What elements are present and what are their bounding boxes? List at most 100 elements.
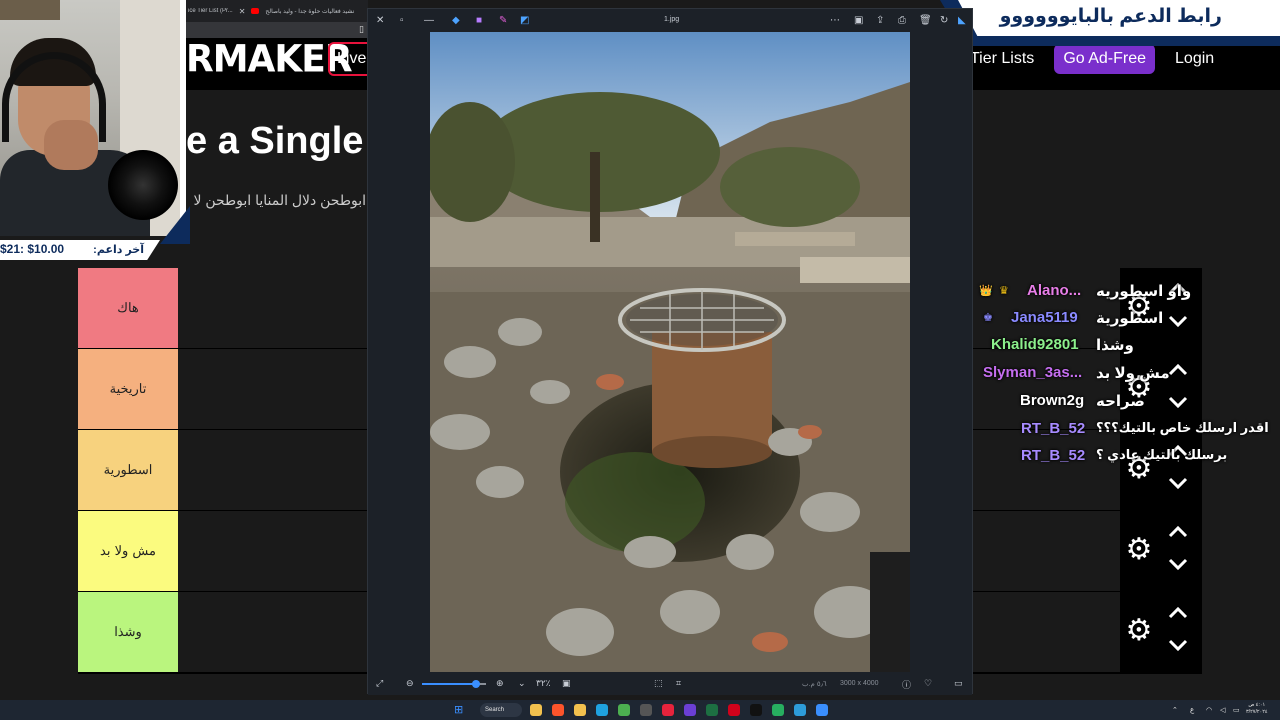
zoom-in-icon[interactable]: ⊕ [496, 678, 504, 689]
chat-text: برسلك بالتيك عادي ؟ [1096, 447, 1228, 462]
opera-icon[interactable] [662, 704, 674, 716]
delete-icon[interactable]: 🗑 [919, 14, 932, 28]
draw-icon[interactable]: ✎ [499, 14, 507, 28]
tier-settings: ⚙ [1120, 511, 1202, 592]
erase-icon[interactable]: ◩ [520, 14, 529, 28]
chevron-down-icon[interactable] [1166, 474, 1190, 492]
gear-icon[interactable]: ⚙ [1124, 535, 1154, 565]
page-title: e a Single [186, 120, 364, 162]
tier-label[interactable]: هاك [78, 268, 178, 348]
crop-icon[interactable]: ⌗ [676, 678, 681, 689]
clock-date: ٣/٢٧/٢٠٢٤ [1246, 709, 1268, 715]
expand-icon[interactable]: ⤢ [376, 678, 383, 689]
brave-icon[interactable] [552, 704, 564, 716]
youtube-icon [251, 8, 260, 14]
chevron-down-icon[interactable] [1166, 555, 1190, 573]
more-icon[interactable]: ⋯ [830, 14, 840, 28]
bookmark-icon[interactable]: ▯ [359, 24, 364, 35]
tiktok-icon[interactable] [750, 704, 762, 716]
login-link[interactable]: Login [1175, 50, 1214, 68]
onedrive-icon[interactable]: ◣ [958, 14, 966, 28]
zoom-slider-handle[interactable] [472, 680, 481, 688]
chat-text: مش ولا بد [1096, 365, 1170, 382]
edit-icon[interactable]: ◆ [452, 14, 460, 28]
webcam-person-hand [44, 120, 98, 170]
chat-message: RT_B_52 برسلك بالتيك عادي ؟ [975, 445, 1275, 469]
banner-text: رابط الدعم بالبايوووووو [999, 6, 1222, 27]
photos-icon[interactable] [816, 704, 828, 716]
tier-label[interactable]: تاريخية [78, 349, 178, 429]
chat-username[interactable]: Slyman_3as... [983, 364, 1082, 381]
chat-username[interactable]: Jana5119 [1011, 309, 1078, 326]
share-icon[interactable]: ⇪ [876, 14, 884, 28]
tiermaker-logo[interactable]: RMAKER [186, 38, 353, 81]
edge-icon[interactable] [596, 704, 608, 716]
close-icon[interactable]: ✕ [239, 7, 246, 16]
streamlabs-icon[interactable] [684, 704, 696, 716]
chrome-icon[interactable] [618, 704, 630, 716]
filter-icon[interactable]: ■ [476, 14, 482, 28]
filmstrip-icon[interactable]: ⬚ [654, 678, 663, 689]
viewer-filename: 1.jpg [664, 16, 680, 23]
explorer-icon[interactable] [530, 704, 542, 716]
taskbar-clock[interactable]: ٤:٠١ ص ٣/٢٧/٢٠٢٤ [1246, 702, 1268, 716]
game-icon[interactable] [772, 704, 784, 716]
donor-amount: $21: $10.00 [0, 242, 65, 256]
zoom-level[interactable]: ٣٢٪ [536, 678, 551, 689]
favorite-icon[interactable]: ♡ [924, 678, 932, 689]
info-icon[interactable]: ⓘ [902, 678, 911, 691]
tier-label[interactable]: وشذا [78, 592, 178, 672]
chevron-up-icon[interactable] [1166, 604, 1190, 622]
taskbar-search[interactable]: Search [480, 703, 522, 717]
gear-icon[interactable]: ⚙ [1124, 616, 1154, 646]
print-icon[interactable]: ⎙ [898, 14, 906, 28]
excel-icon[interactable] [706, 704, 718, 716]
windows-start-icon[interactable]: ⊞ [454, 703, 463, 716]
nav-tier-lists-link[interactable]: Tier Lists [970, 50, 1034, 68]
camera-icon [108, 150, 178, 220]
chat-username[interactable]: Alano... [1027, 282, 1081, 299]
webcam-shelf [0, 0, 60, 20]
language-indicator[interactable]: ع [1190, 706, 1194, 714]
support-link-banner: رابط الدعم بالبايوووووو [958, 0, 1280, 36]
go-ad-free-button[interactable]: Go Ad-Free [1054, 44, 1156, 74]
taskbar-search-label: Search [485, 707, 505, 713]
minimize-icon[interactable]: — [424, 14, 434, 28]
live-button[interactable]: Live [328, 42, 370, 76]
chat-username[interactable]: Khalid92801 [991, 336, 1079, 353]
chat-text: واو اسطوريه [1096, 283, 1192, 300]
desert-well-photo [430, 32, 910, 672]
files-icon[interactable] [574, 704, 586, 716]
volume-icon[interactable]: ◁ [1220, 706, 1225, 714]
prime-badge: ♚ [983, 312, 993, 324]
rotate-icon[interactable]: ↻ [940, 14, 948, 28]
obs-icon[interactable] [640, 704, 652, 716]
close-icon[interactable]: ✕ [376, 14, 384, 28]
wifi-icon[interactable]: ◠ [1206, 706, 1212, 714]
streamer-webcam [0, 0, 184, 236]
browser-tab-tiermaker[interactable]: ice Tier List (Pr... [188, 8, 233, 14]
chevron-up-icon[interactable]: ⌃ [1172, 706, 1178, 714]
slideshow-icon[interactable]: ▣ [854, 14, 863, 28]
chevron-up-icon[interactable] [1166, 523, 1190, 541]
tier-label[interactable]: مش ولا بد [78, 511, 178, 591]
zoom-out-icon[interactable]: ⊖ [406, 678, 414, 689]
fit-icon[interactable]: ▣ [562, 678, 571, 689]
chevron-down-icon[interactable]: ⌄ [518, 678, 526, 689]
chat-username[interactable]: RT_B_52 [1021, 420, 1085, 437]
chat-username[interactable]: RT_B_52 [1021, 447, 1085, 464]
tier-label[interactable]: اسطورية [78, 430, 178, 510]
fullscreen-icon[interactable]: ▭ [954, 678, 963, 689]
chat-text: وشذا [1096, 337, 1134, 354]
chat-username[interactable]: Brown2g [1020, 392, 1084, 409]
clock-time: ٤:٠١ ص [1248, 702, 1266, 708]
zoom-slider[interactable] [422, 680, 486, 688]
maximize-icon[interactable]: ▫ [400, 14, 404, 28]
windows-taskbar: ⊞ Search ⌃ ع ◠ ◁ ▭ ٤:٠١ ص ٣/٢٧/٢٠٢٤ [0, 700, 1280, 720]
browser-tab-youtube[interactable]: نشيد فعاليات حلوة جدا - وليد باصالح [265, 8, 354, 15]
battery-icon[interactable]: ▭ [1233, 706, 1240, 714]
record-icon[interactable] [728, 704, 740, 716]
chat-message: RT_B_52 اقدر ارسلك خاص بالتيك؟؟؟ [975, 418, 1275, 442]
chevron-down-icon[interactable] [1166, 636, 1190, 654]
notes-icon[interactable] [794, 704, 806, 716]
